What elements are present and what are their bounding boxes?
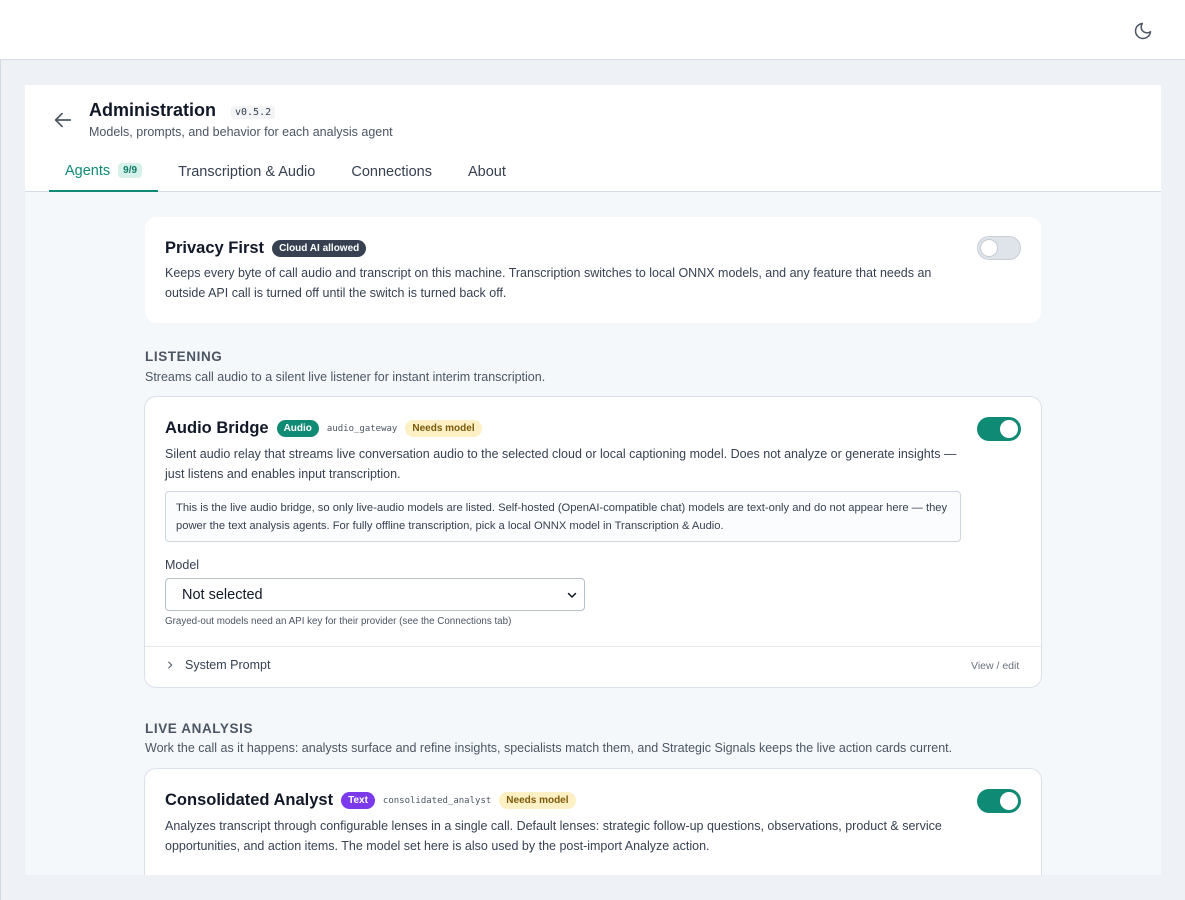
view-edit-link[interactable]: View / edit <box>971 660 1019 672</box>
version-badge: v0.5.2 <box>231 106 276 119</box>
model-select-value: Not selected <box>182 586 263 603</box>
toggle-knob <box>1000 792 1018 810</box>
section-listening-label: LISTENING <box>145 349 223 364</box>
consolidated-analyst-description: Analyzes transcript through configurable… <box>165 819 942 853</box>
consolidated-analyst-card: Consolidated Analyst Text consolidated_a… <box>144 768 1042 875</box>
audio-bridge-card: Audio Bridge Audio audio_gateway Needs m… <box>144 396 1042 688</box>
back-button[interactable] <box>52 109 74 131</box>
section-live-analysis-description: Work the call as it happens: analysts su… <box>145 741 953 755</box>
admin-header: Administration v0.5.2 Models, prompts, a… <box>25 85 1161 192</box>
chevron-right-icon <box>168 661 173 669</box>
consolidated-analyst-toggle[interactable] <box>977 789 1021 813</box>
needs-model-badge: Needs model <box>499 792 576 809</box>
tab-bar: Agents 9/9 Transcription & Audio Connect… <box>49 151 526 192</box>
theme-toggle-button[interactable] <box>1130 18 1156 44</box>
text-type-badge: Text <box>341 792 375 809</box>
privacy-description: Keeps every byte of call audio and trans… <box>165 266 932 300</box>
audio-bridge-description: Silent audio relay that streams live con… <box>165 447 957 481</box>
agent-id: audio_gateway <box>326 423 398 434</box>
cloud-ai-badge: Cloud AI allowed <box>272 240 367 257</box>
agent-count-badge: 9/9 <box>118 163 143 178</box>
model-label: Model <box>165 558 200 572</box>
system-prompt-toggle[interactable]: System Prompt <box>165 658 270 672</box>
moon-icon <box>1134 22 1152 40</box>
top-bar <box>0 0 1185 60</box>
tab-about[interactable]: About <box>452 151 522 192</box>
tab-label: Connections <box>351 163 432 180</box>
card-divider <box>145 646 1041 647</box>
audio-bridge-note: This is the live audio bridge, so only l… <box>165 491 961 542</box>
admin-panel: Administration v0.5.2 Models, prompts, a… <box>25 85 1161 875</box>
model-select[interactable]: Not selected <box>165 578 585 611</box>
page-subtitle: Models, prompts, and behavior for each a… <box>89 125 393 139</box>
needs-model-badge: Needs model <box>405 420 482 437</box>
privacy-title: Privacy First <box>165 239 265 257</box>
section-live-analysis-label: LIVE ANALYSIS <box>145 721 254 736</box>
section-listening-description: Streams call audio to a silent live list… <box>145 370 546 384</box>
toggle-knob <box>1000 420 1018 438</box>
tab-label: Agents <box>65 162 111 179</box>
toggle-knob <box>980 239 998 257</box>
chevron-down-icon <box>567 592 577 598</box>
page-title: Administration <box>89 100 217 120</box>
tab-connections[interactable]: Connections <box>335 151 448 192</box>
privacy-first-card: Privacy First Cloud AI allowed Keeps eve… <box>145 217 1041 323</box>
system-prompt-label: System Prompt <box>185 658 271 672</box>
audio-bridge-title: Audio Bridge <box>165 419 269 437</box>
tab-label: About <box>467 163 506 180</box>
arrow-left-icon <box>54 112 72 128</box>
tab-transcription-audio[interactable]: Transcription & Audio <box>162 151 331 192</box>
agent-id: consolidated_analyst <box>382 795 492 806</box>
model-hint: Grayed-out models need an API key for th… <box>165 616 512 627</box>
page-edge <box>0 60 1 900</box>
audio-bridge-toggle[interactable] <box>977 417 1021 441</box>
consolidated-analyst-title: Consolidated Analyst <box>165 791 334 809</box>
tab-agents[interactable]: Agents 9/9 <box>49 151 159 192</box>
audio-type-badge: Audio <box>276 420 319 437</box>
privacy-toggle[interactable] <box>977 236 1021 260</box>
tab-label: Transcription & Audio <box>178 163 316 180</box>
